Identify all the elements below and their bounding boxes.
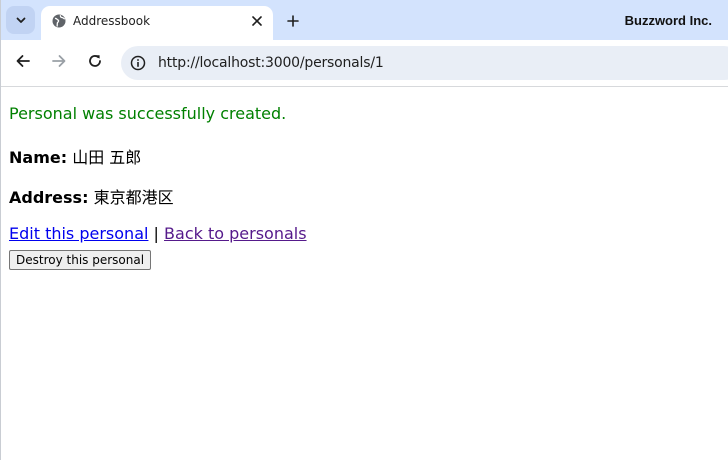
reload-button[interactable] <box>83 51 107 75</box>
address-field: Address: 東京都港区 <box>9 184 174 208</box>
action-links: Edit this personal | Back to personals <box>9 224 307 243</box>
browser-toolbar: http://localhost:3000/personals/1 <box>0 40 728 87</box>
reload-icon <box>87 53 103 73</box>
back-button[interactable] <box>11 51 35 75</box>
profile-name: Buzzword Inc. <box>624 13 712 28</box>
chevron-down-icon <box>15 11 27 30</box>
window-border <box>0 0 1 460</box>
edit-link[interactable]: Edit this personal <box>9 224 148 243</box>
new-tab-button[interactable] <box>282 10 304 32</box>
address-bar[interactable]: http://localhost:3000/personals/1 <box>121 46 728 80</box>
back-link[interactable]: Back to personals <box>164 224 307 243</box>
plus-icon <box>287 12 299 31</box>
close-icon[interactable] <box>247 11 267 31</box>
destroy-button[interactable]: Destroy this personal <box>9 250 152 270</box>
url-text[interactable]: http://localhost:3000/personals/1 <box>158 55 384 71</box>
forward-button[interactable] <box>47 51 71 75</box>
tab-strip: Addressbook Buzzword Inc. <box>0 0 728 40</box>
arrow-right-icon <box>51 53 67 73</box>
name-field: Name: 山田 五郎 <box>9 144 141 168</box>
name-value: 山田 五郎 <box>72 148 142 167</box>
info-icon[interactable] <box>128 53 148 73</box>
tab-title: Addressbook <box>73 14 151 28</box>
globe-icon <box>51 13 67 29</box>
address-value: 東京都港区 <box>93 188 174 207</box>
tab-search-button[interactable] <box>6 6 35 34</box>
link-separator: | <box>153 224 159 243</box>
browser-tab[interactable]: Addressbook <box>41 6 273 40</box>
flash-notice: Personal was successfully created. <box>9 104 287 123</box>
arrow-left-icon <box>15 53 31 73</box>
address-label: Address: <box>9 188 89 207</box>
name-label: Name: <box>9 148 68 167</box>
